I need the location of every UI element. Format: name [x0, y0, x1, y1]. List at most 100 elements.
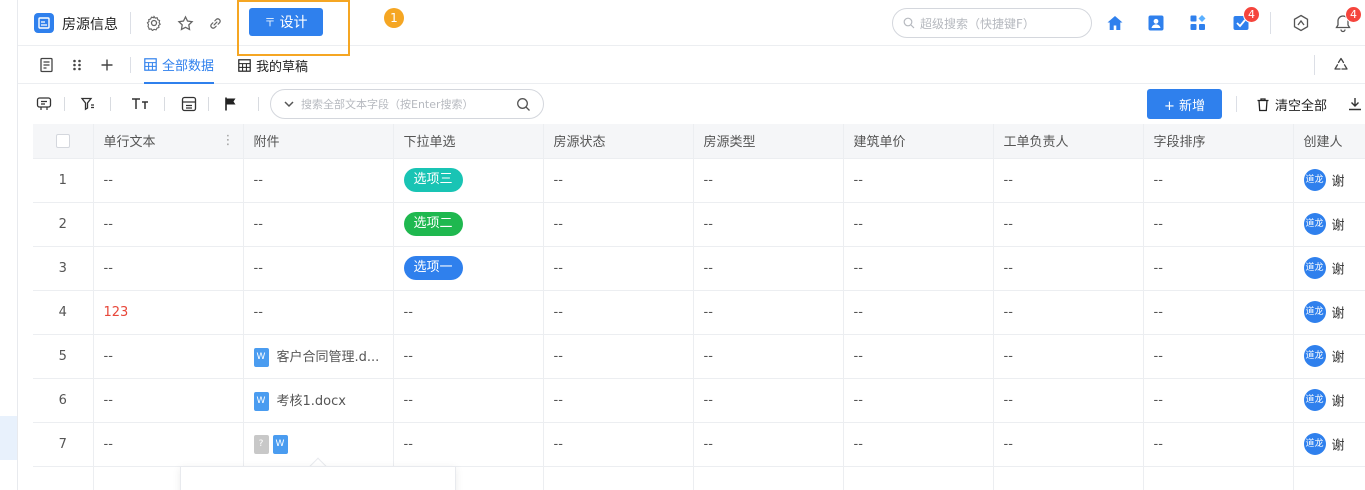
column-header[interactable]: 建筑单价: [843, 124, 994, 159]
tab-all-data[interactable]: 全部数据: [144, 46, 215, 84]
cell-dropdown[interactable]: 选项一: [393, 246, 544, 291]
drag-handle-icon[interactable]: [68, 56, 86, 74]
cell-single-text[interactable]: --: [93, 378, 244, 423]
cell-creator[interactable]: 道龙谢: [1293, 290, 1365, 335]
cell-single-text[interactable]: --: [93, 158, 244, 203]
recycle-icon[interactable]: [1332, 56, 1350, 74]
table-row[interactable]: 6 -- W 考核1.docx -- -- -- -- -- -- 道龙谢: [33, 378, 1365, 423]
cell-owner[interactable]: --: [993, 290, 1144, 335]
cell-dropdown[interactable]: 选项二: [393, 202, 544, 247]
cell-type[interactable]: --: [693, 334, 844, 379]
file-icon[interactable]: ?: [253, 434, 269, 454]
column-header[interactable]: 下拉单选: [393, 124, 544, 159]
filter-icon[interactable]: [79, 95, 97, 113]
cell-creator[interactable]: 道龙谢: [1293, 246, 1365, 291]
cell-creator[interactable]: 道龙谢: [1293, 158, 1365, 203]
cell-attachment[interactable]: --: [243, 158, 394, 203]
cell-creator[interactable]: 道龙谢: [1293, 378, 1365, 423]
cell-owner[interactable]: --: [993, 334, 1144, 379]
word-file-icon[interactable]: W: [253, 347, 269, 367]
design-button[interactable]: 〒 设计: [249, 8, 323, 36]
cell-status[interactable]: --: [543, 334, 694, 379]
row-index[interactable]: 4: [33, 290, 94, 335]
cell-status[interactable]: --: [543, 158, 694, 203]
cell-dropdown[interactable]: --: [393, 422, 544, 467]
star-icon[interactable]: [174, 12, 196, 34]
cell-dropdown[interactable]: --: [393, 290, 544, 335]
column-header[interactable]: 附件: [243, 124, 394, 159]
table-row[interactable]: 7 --? W -- -- -- -- -- -- 道龙谢: [33, 422, 1365, 467]
cell-status[interactable]: --: [543, 378, 694, 423]
cell-dropdown[interactable]: --: [393, 334, 544, 379]
global-search-input[interactable]: 超级搜索（快捷键F）: [892, 8, 1092, 38]
cell-price[interactable]: --: [843, 334, 994, 379]
column-menu-icon[interactable]: ⋮: [222, 134, 235, 147]
cell-attachment[interactable]: --: [243, 290, 394, 335]
row-height-icon[interactable]: [180, 95, 198, 113]
cell-type[interactable]: --: [693, 378, 844, 423]
download-icon[interactable]: [1346, 95, 1364, 113]
cell-type[interactable]: --: [693, 158, 844, 203]
cell-type[interactable]: --: [693, 290, 844, 335]
cell-order[interactable]: --: [1143, 334, 1294, 379]
home-icon[interactable]: [1104, 12, 1126, 34]
add-record-button[interactable]: + 新增: [1147, 89, 1222, 119]
row-index[interactable]: 1: [33, 158, 94, 203]
table-search-input[interactable]: 搜索全部文本字段（按Enter搜索）: [270, 89, 544, 119]
cell-single-text[interactable]: --: [93, 422, 244, 467]
cell-single-text[interactable]: --: [93, 246, 244, 291]
cell-attachment[interactable]: W 考核1.docx: [243, 378, 394, 423]
cell-price[interactable]: --: [843, 422, 994, 467]
tab-my-drafts[interactable]: 我的草稿: [238, 46, 308, 84]
cell-attachment[interactable]: --: [243, 246, 394, 291]
cell-order[interactable]: --: [1143, 378, 1294, 423]
cell-status[interactable]: --: [543, 422, 694, 467]
table-row[interactable]: 2 -- -- 选项二 -- -- -- -- -- 道龙谢: [33, 202, 1365, 247]
column-header[interactable]: 房源状态: [543, 124, 694, 159]
cell-attachment[interactable]: W 客户合同管理.d...: [243, 334, 394, 379]
cell-price[interactable]: --: [843, 290, 994, 335]
cell-order[interactable]: --: [1143, 422, 1294, 467]
cell-owner[interactable]: --: [993, 158, 1144, 203]
table-row[interactable]: 4 123 -- -- -- -- -- -- -- 道龙谢: [33, 290, 1365, 335]
cell-order[interactable]: --: [1143, 158, 1294, 203]
column-header[interactable]: 字段排序: [1143, 124, 1294, 159]
apps-icon[interactable]: [1187, 12, 1209, 34]
select-all-checkbox[interactable]: [55, 133, 70, 148]
cell-type[interactable]: --: [693, 202, 844, 247]
bell-icon[interactable]: 4: [1332, 6, 1362, 34]
left-rail-active-item[interactable]: [0, 416, 17, 460]
cell-price[interactable]: --: [843, 158, 994, 203]
cell-status[interactable]: --: [543, 246, 694, 291]
cell-owner[interactable]: --: [993, 202, 1144, 247]
cell-type[interactable]: --: [693, 422, 844, 467]
cell-price[interactable]: --: [843, 378, 994, 423]
cell-single-text[interactable]: --: [93, 202, 244, 247]
settings-gear-icon[interactable]: [143, 12, 165, 34]
select-all-checkbox-cell[interactable]: [33, 124, 94, 159]
table-row[interactable]: 3 -- -- 选项一 -- -- -- -- -- 道龙谢: [33, 246, 1365, 291]
cell-creator[interactable]: 道龙谢: [1293, 334, 1365, 379]
cell-order[interactable]: --: [1143, 202, 1294, 247]
text-size-icon[interactable]: [129, 95, 151, 113]
table-row[interactable]: 1 -- -- 选项三 -- -- -- -- -- 道龙谢: [33, 158, 1365, 203]
table-row[interactable]: 5 -- W 客户合同管理.d... -- -- -- -- -- -- 道龙谢: [33, 334, 1365, 379]
help-hexagon-icon[interactable]: [1290, 12, 1312, 34]
row-index[interactable]: 2: [33, 202, 94, 247]
word-file-icon[interactable]: W: [253, 391, 269, 411]
cell-attachment[interactable]: --: [243, 202, 394, 247]
cell-owner[interactable]: --: [993, 422, 1144, 467]
cell-dropdown[interactable]: 选项三: [393, 158, 544, 203]
form-view-icon[interactable]: [38, 56, 56, 74]
row-index[interactable]: 7: [33, 422, 94, 467]
row-index[interactable]: 5: [33, 334, 94, 379]
cell-owner[interactable]: --: [993, 378, 1144, 423]
attachment-name[interactable]: 客户合同管理.d...: [277, 350, 380, 365]
cell-order[interactable]: --: [1143, 290, 1294, 335]
column-header[interactable]: 单行文本 ⋮: [93, 124, 244, 159]
cell-creator[interactable]: 道龙谢: [1293, 202, 1365, 247]
attachment-name[interactable]: 考核1.docx: [277, 394, 346, 409]
cell-order[interactable]: --: [1143, 246, 1294, 291]
link-icon[interactable]: [204, 12, 226, 34]
clear-all-button[interactable]: 清空全部: [1256, 95, 1327, 114]
